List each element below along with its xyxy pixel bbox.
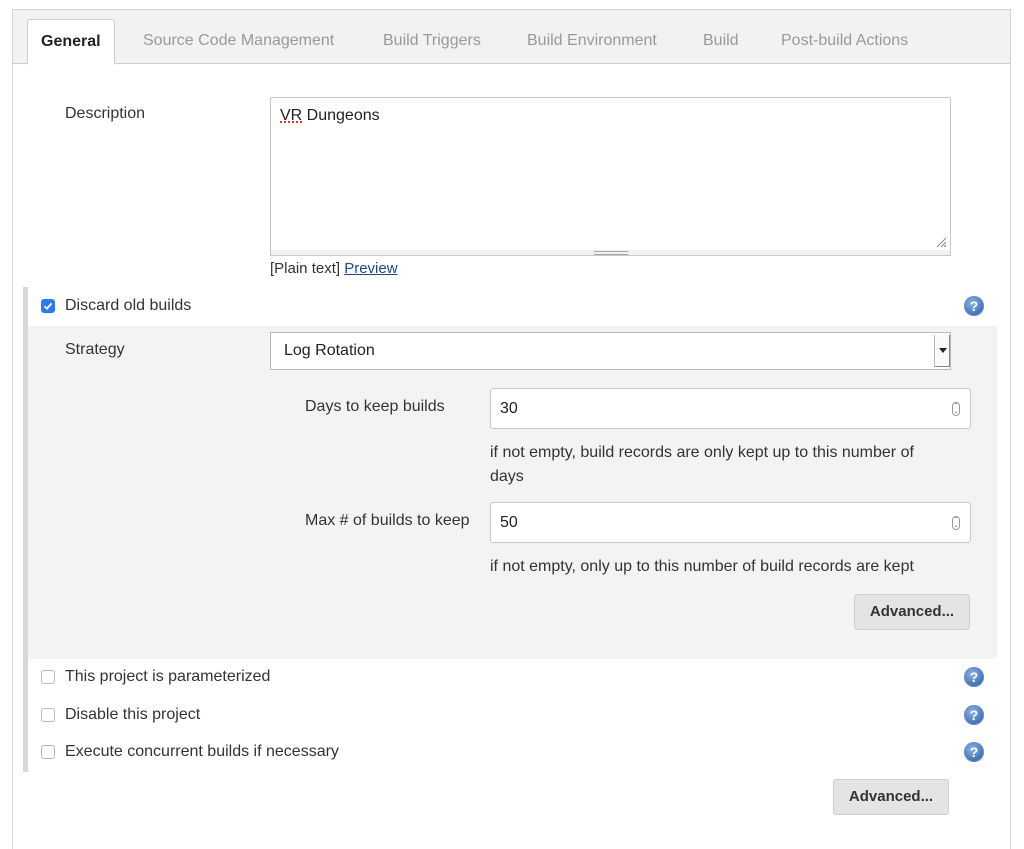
help-icon[interactable]: ? [964, 705, 984, 725]
drag-handle-icon[interactable] [594, 251, 628, 255]
description-format-hint: [Plain text] Preview [270, 260, 398, 277]
concurrent-builds-checkbox[interactable] [41, 745, 55, 759]
max-builds-input[interactable]: 50 ⌃ ⌄ [490, 502, 971, 543]
disable-project-label: Disable this project [65, 706, 201, 723]
strategy-selected-value: Log Rotation [284, 342, 375, 359]
description-misspelled-word: VR [280, 107, 303, 124]
tab-build-environment[interactable]: Build Environment [527, 10, 657, 64]
checkmark-icon [43, 302, 53, 310]
stepper-icon[interactable]: ⌃ ⌄ [952, 516, 960, 530]
days-to-keep-value: 30 [500, 400, 518, 417]
help-icon[interactable]: ? [964, 742, 984, 762]
help-icon[interactable]: ? [964, 667, 984, 687]
advanced-button[interactable]: Advanced... [833, 779, 949, 815]
description-textarea[interactable]: VR Dungeons [270, 97, 951, 252]
plain-text-label: [Plain text] [270, 260, 341, 277]
days-to-keep-hint: if not empty, build records are only kep… [490, 444, 914, 485]
tab-build-triggers[interactable]: Build Triggers [383, 10, 481, 64]
days-to-keep-input[interactable]: 30 ⌃ ⌄ [490, 388, 971, 429]
max-builds-value: 50 [500, 514, 518, 531]
strategy-label: Strategy [65, 341, 125, 358]
strategy-select[interactable]: Log Rotation [270, 332, 951, 370]
max-builds-hint: if not empty, only up to this number of … [490, 558, 914, 575]
chevron-down-icon[interactable] [934, 335, 950, 367]
job-config-panel: General Source Code Management Build Tri… [12, 9, 1011, 849]
days-to-keep-label: Days to keep builds [305, 398, 445, 415]
description-value: VR Dungeons [280, 107, 380, 125]
concurrent-builds-label: Execute concurrent builds if necessary [65, 743, 339, 760]
max-builds-label: Max # of builds to keep [305, 512, 470, 529]
log-rotation-section [28, 326, 997, 659]
resize-grip-icon[interactable] [935, 236, 947, 248]
parameterized-checkbox[interactable] [41, 670, 55, 684]
help-icon[interactable]: ? [964, 296, 984, 316]
stepper-icon[interactable]: ⌃ ⌄ [952, 402, 960, 416]
tab-post-build-actions[interactable]: Post-build Actions [781, 10, 908, 64]
config-tab-bar: General Source Code Management Build Tri… [13, 10, 1010, 65]
disable-project-checkbox[interactable] [41, 708, 55, 722]
parameterized-label: This project is parameterized [65, 668, 271, 685]
description-label: Description [65, 105, 146, 122]
description-resize-bar[interactable] [270, 250, 951, 256]
tab-build[interactable]: Build [703, 10, 739, 64]
discard-old-builds-checkbox[interactable] [41, 299, 55, 313]
preview-link[interactable]: Preview [344, 260, 397, 277]
discard-old-builds-label: Discard old builds [65, 297, 192, 314]
tab-source-code-management[interactable]: Source Code Management [143, 10, 334, 64]
description-value-rest: Dungeons [302, 107, 380, 124]
strategy-advanced-button[interactable]: Advanced... [854, 594, 970, 630]
tab-general[interactable]: General [27, 19, 115, 65]
